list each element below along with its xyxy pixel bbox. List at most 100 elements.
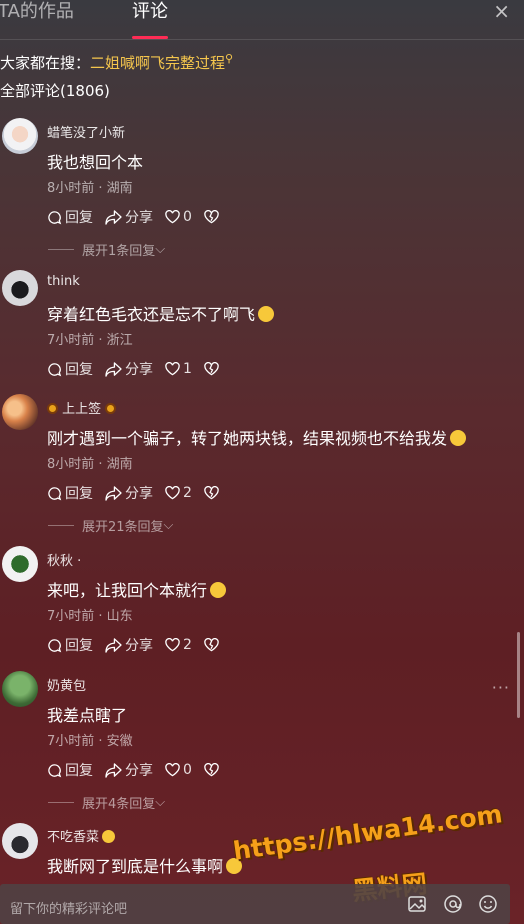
trending-search: 大家都在搜：二姐喊啊飞完整过程⚲: [0, 52, 233, 73]
share-icon: [105, 361, 122, 377]
avatar[interactable]: [2, 118, 38, 154]
share-icon: [105, 209, 122, 225]
dislike-button[interactable]: [204, 635, 222, 655]
broken-heart-icon: [204, 210, 219, 224]
comment-text: 刚才遇到一个骗子，转了她两块钱，结果视频也不给我发: [47, 425, 467, 449]
sunflower-icon: [47, 403, 58, 414]
laugh-cry-emoji-icon: [258, 306, 275, 322]
comment-meta: 7小时前 · 浙江: [47, 333, 133, 348]
comment-actions: 回复 分享 2: [47, 483, 234, 503]
reply-button[interactable]: 回复: [47, 760, 93, 780]
comment-text: 我断网了到底是什么事啊: [47, 853, 243, 877]
comment-actions: 回复 分享 0: [47, 207, 234, 227]
expand-replies-button[interactable]: 展开21条回复 ⌵: [48, 516, 173, 535]
broken-heart-icon: [204, 638, 219, 652]
reply-button[interactable]: 回复: [47, 359, 93, 379]
trending-query-link[interactable]: 二姐喊啊飞完整过程: [90, 54, 225, 72]
comment-author[interactable]: think: [47, 274, 80, 289]
chevron-down-icon: ⌵: [155, 242, 166, 257]
comment-actions: 回复 分享 2: [47, 635, 234, 655]
avatar[interactable]: [2, 546, 38, 582]
comment-actions: 回复 分享 0: [47, 760, 234, 780]
like-count: 0: [183, 762, 192, 778]
reply-icon: [48, 362, 62, 376]
image-icon[interactable]: [406, 893, 428, 915]
emoji-icon: [102, 830, 116, 843]
avatar[interactable]: [2, 823, 38, 859]
comment-meta: 8小时前 · 湖南: [47, 181, 133, 196]
heart-icon: [165, 486, 180, 500]
dislike-button[interactable]: [204, 359, 222, 379]
comment-actions: 回复 分享 1: [47, 359, 234, 379]
chevron-down-icon: ⌵: [155, 795, 166, 810]
reply-icon: [48, 763, 62, 777]
avatar[interactable]: [2, 394, 38, 430]
broken-heart-icon: [204, 362, 219, 376]
search-icon[interactable]: ⚲: [225, 52, 233, 65]
reply-icon: [48, 638, 62, 652]
heart-icon: [165, 362, 180, 376]
emoji-picker-icon[interactable]: [477, 893, 499, 915]
tab-bar: TA的作品 评论 ×: [0, 0, 524, 40]
like-button[interactable]: 0: [165, 207, 192, 227]
tab-comments[interactable]: 评论: [132, 0, 168, 24]
close-icon[interactable]: ×: [493, 0, 510, 22]
comment-count: 全部评论(1806): [0, 82, 110, 100]
sunflower-icon: [105, 403, 117, 414]
like-button[interactable]: 0: [165, 760, 192, 780]
thinking-emoji-icon: [210, 582, 227, 598]
like-count: 2: [183, 637, 192, 653]
watermark-url: https://hlwa14.com: [231, 799, 505, 866]
share-button[interactable]: 分享: [105, 359, 153, 379]
comment-author[interactable]: 蜡笔没了小新: [47, 122, 125, 141]
dislike-button[interactable]: [204, 760, 222, 780]
mention-icon[interactable]: [442, 893, 464, 915]
comment-text: 我也想回个本: [47, 153, 144, 172]
avatar[interactable]: [2, 671, 38, 707]
comment-author[interactable]: 奶黄包: [47, 675, 86, 694]
expand-replies-button[interactable]: 展开4条回复 ⌵: [48, 793, 165, 812]
reply-button[interactable]: 回复: [47, 207, 93, 227]
like-button[interactable]: 2: [165, 635, 192, 655]
reply-button[interactable]: 回复: [47, 483, 93, 503]
tab-works[interactable]: TA的作品: [0, 0, 74, 24]
comment-author[interactable]: 秋秋 ·: [47, 550, 81, 569]
share-icon: [105, 485, 122, 501]
comment-meta: 8小时前 · 湖南: [47, 457, 133, 472]
share-icon: [105, 762, 122, 778]
comment-author[interactable]: 上上签: [47, 398, 117, 417]
like-button[interactable]: 1: [165, 359, 192, 379]
tab-active-indicator: [132, 36, 168, 39]
comment-input[interactable]: 留下你的精彩评论吧: [0, 884, 510, 924]
like-count: 2: [183, 485, 192, 501]
chevron-down-icon: ⌵: [163, 518, 174, 533]
comment-input-placeholder: 留下你的精彩评论吧: [10, 902, 128, 917]
trending-label: 大家都在搜：: [0, 54, 91, 72]
avatar[interactable]: [2, 270, 38, 306]
dislike-button[interactable]: [204, 483, 222, 503]
wink-tongue-emoji-icon: [450, 430, 467, 446]
comment-meta: 7小时前 · 山东: [47, 609, 133, 624]
comment-author[interactable]: 不吃香菜: [47, 826, 116, 845]
share-icon: [105, 637, 122, 653]
share-button[interactable]: 分享: [105, 635, 153, 655]
expand-replies-button[interactable]: 展开1条回复 ⌵: [48, 240, 165, 259]
heart-icon: [165, 210, 180, 224]
scrollbar[interactable]: [517, 632, 520, 718]
dislike-button[interactable]: [204, 207, 222, 227]
share-button[interactable]: 分享: [105, 483, 153, 503]
reply-icon: [48, 486, 62, 500]
reply-button[interactable]: 回复: [47, 635, 93, 655]
more-options-icon[interactable]: ···: [492, 678, 510, 697]
like-count: 1: [183, 361, 192, 377]
comment-text: 穿着红色毛衣还是忘不了啊飞: [47, 301, 275, 325]
heart-icon: [165, 638, 180, 652]
like-button[interactable]: 2: [165, 483, 192, 503]
heart-icon: [165, 763, 180, 777]
comment-text: 来吧，让我回个本就行: [47, 577, 227, 601]
share-button[interactable]: 分享: [105, 207, 153, 227]
like-count: 0: [183, 209, 192, 225]
comment-meta: 7小时前 · 安徽: [47, 734, 133, 749]
share-button[interactable]: 分享: [105, 760, 153, 780]
broken-heart-icon: [204, 486, 219, 500]
